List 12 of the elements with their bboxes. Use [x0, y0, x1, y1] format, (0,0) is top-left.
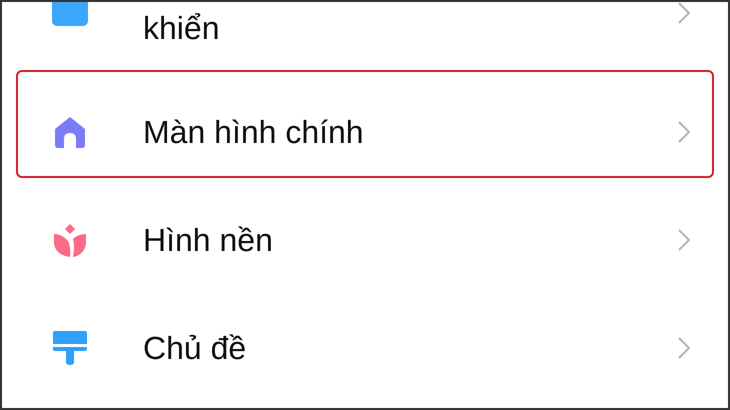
chevron-right-icon — [678, 121, 690, 143]
settings-row[interactable]: Chủ đề — [16, 286, 714, 394]
highlighted-settings-row[interactable]: Màn hình chính — [16, 70, 714, 178]
item-label: khiển — [143, 9, 220, 44]
item-label: Chủ đề — [143, 332, 248, 364]
chevron-right-icon — [678, 2, 690, 24]
settings-row[interactable]: Hình nền — [16, 178, 714, 286]
item-label: Màn hình chính — [143, 116, 365, 148]
settings-row[interactable]: khiển — [16, 2, 714, 70]
chevron-right-icon — [678, 229, 690, 251]
chevron-right-icon — [678, 337, 690, 359]
item-label: Hình nền — [143, 224, 274, 256]
